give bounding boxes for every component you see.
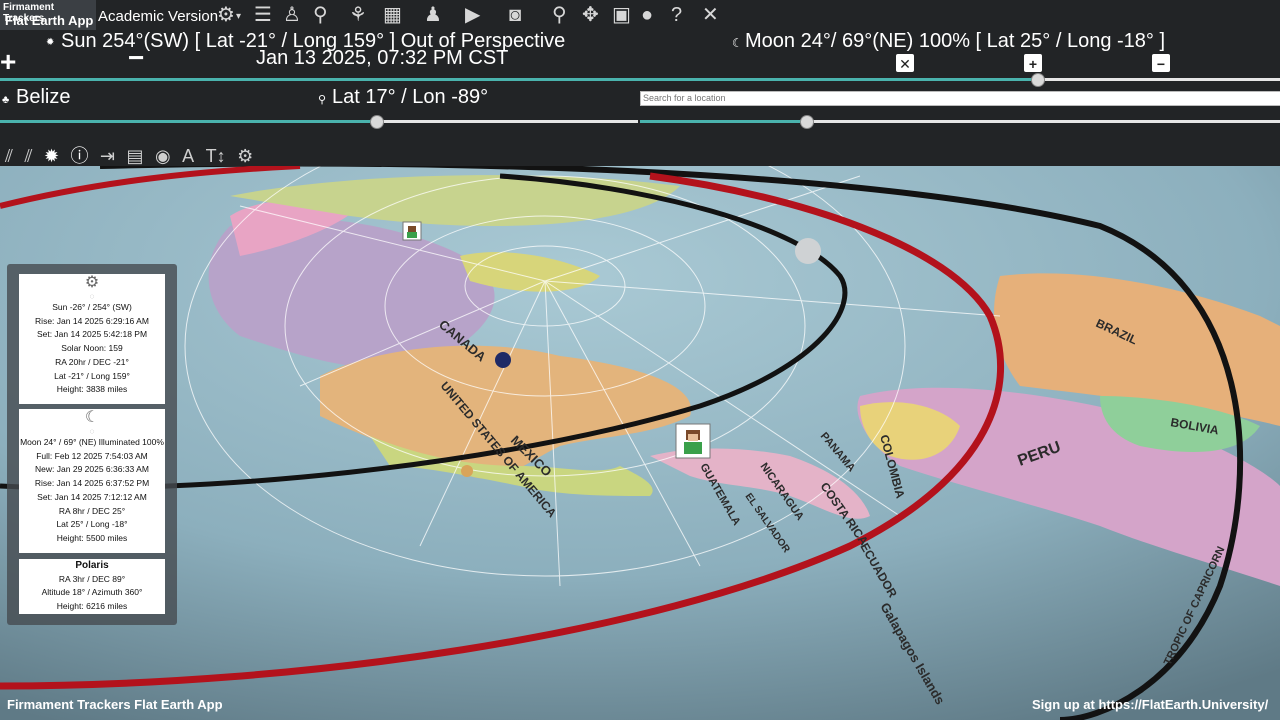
archive-icon[interactable]: ▤: [127, 146, 144, 167]
sun-line: Lat -21° / Long 159°: [54, 370, 130, 381]
lines-icon[interactable]: ⫽: [5, 146, 13, 167]
sun-line: Height: 3838 miles: [56, 384, 128, 395]
moon-sphere: [795, 238, 821, 264]
latlon-text: Lat 17° / Lon -89°: [332, 86, 489, 108]
zoom-out-button[interactable]: −: [128, 44, 144, 72]
sun-line: Solar Noon: 159: [61, 343, 123, 354]
circle-icon[interactable]: ●: [641, 4, 653, 26]
chevron-down-icon[interactable]: ▾: [236, 6, 241, 28]
moon-line: Height: 5500 miles: [56, 532, 128, 543]
time-slider-knob[interactable]: [1031, 73, 1045, 87]
time-slider-fill: [0, 78, 1037, 81]
right-slider-knob[interactable]: [800, 115, 814, 129]
moon-card: ☾ ◌ Moon 24° / 69° (NE) Illuminated 100%…: [19, 409, 165, 553]
settings-icon[interactable]: ⚙: [237, 146, 253, 167]
disc-icon[interactable]: ◉: [155, 146, 171, 167]
moon-line: Rise: Jan 14 2025 6:37:52 PM: [34, 478, 150, 489]
calendar-subtract-button[interactable]: −: [1152, 54, 1170, 72]
help-icon[interactable]: ?: [671, 4, 682, 26]
calendar-reset-button[interactable]: ✕: [896, 54, 914, 72]
video-icon[interactable]: ▶: [465, 4, 480, 26]
footer-signup-link[interactable]: Sign up at https://FlatEarth.University/: [1032, 697, 1268, 712]
observer-avatar-north: [402, 221, 422, 241]
moon-line: Moon 24° / 69° (NE) Illuminated 100%: [20, 437, 164, 447]
moon-position-text: Moon 24°/ 69°(NE) 100% [ Lat 25° / Long …: [745, 30, 1166, 52]
datetime-text: Jan 13 2025, 07:32 PM CST: [256, 47, 509, 69]
export-icon[interactable]: ⇥: [100, 146, 115, 167]
run-icon[interactable]: ⚘: [349, 4, 367, 26]
move-icon[interactable]: ✥: [582, 4, 599, 26]
loading-icon: ◌: [89, 292, 95, 301]
moon-line: RA 8hr / DEC 25°: [58, 505, 126, 516]
zoom-in-button[interactable]: +: [0, 48, 16, 76]
text-size-icon[interactable]: T↕: [206, 146, 226, 167]
right-slider-fill: [640, 120, 806, 123]
app-logo: Firmament Trackers Flat Earth App: [0, 0, 96, 30]
lines-alt-icon[interactable]: ⫽: [24, 146, 32, 167]
moon-line: Set: Jan 14 2025 7:12:12 AM: [37, 491, 147, 502]
menu-icon[interactable]: ☰: [254, 4, 272, 26]
observer-avatar-belize: [675, 423, 711, 459]
sun-settings-icon[interactable]: ✹: [44, 146, 59, 167]
loading-icon: ◌: [89, 427, 95, 436]
polaris-card: Polaris RA 3hr / DEC 89° Altitude 18° / …: [19, 559, 165, 614]
sun-line: Set: Jan 14 2025 5:42:18 PM: [36, 329, 148, 340]
walk-icon[interactable]: ⚲: [313, 4, 328, 26]
info-panel: ⚙ ◌ Sun -26° / 254° (SW) Rise: Jan 14 20…: [7, 264, 177, 625]
sun-dot: [461, 465, 473, 477]
polaris-line: Altitude 18° / Azimuth 360°: [41, 587, 143, 598]
secondary-toolbar: ⫽ ⫽ ✹ ⓘ ⇥ ▤ ◉ A T↕ ⚙: [5, 142, 260, 168]
person-add-icon[interactable]: ♟: [424, 4, 442, 26]
sun-line: Sun -26° / 254° (SW): [52, 302, 132, 312]
location-search-input[interactable]: [640, 91, 1280, 106]
moon-small-icon: ☾: [732, 36, 743, 50]
sun-small-icon: ✹: [46, 37, 55, 48]
font-icon[interactable]: A: [182, 146, 194, 167]
info-icon[interactable]: ⓘ: [71, 142, 89, 168]
version-label: Academic Version: [98, 8, 219, 25]
polaris-line: Height: 6216 miles: [56, 601, 128, 612]
logo-line-2: Flat Earth App: [5, 13, 94, 28]
sun-card-icon: ⚙: [84, 274, 100, 291]
map-icon[interactable]: ▦: [383, 4, 402, 26]
gear-icon[interactable]: ⚙: [217, 4, 235, 26]
close-icon[interactable]: ✕: [702, 4, 719, 26]
pin-icon: ⚲: [318, 94, 327, 106]
observer-icon[interactable]: ♙: [283, 4, 301, 26]
moon-line: Lat 25° / Long -18°: [56, 519, 128, 530]
moon-line: New: Jan 29 2025 6:36:33 AM: [35, 464, 149, 475]
sun-card: ⚙ ◌ Sun -26° / 254° (SW) Rise: Jan 14 20…: [19, 274, 165, 404]
moon-card-icon: ☾: [84, 409, 100, 426]
sun-line: RA 20hr / DEC -21°: [55, 356, 129, 367]
camera-icon[interactable]: ◙: [509, 4, 521, 26]
location-icon: ♣: [2, 94, 10, 106]
search-icon[interactable]: ⚲: [552, 4, 567, 26]
location-name: Belize: [16, 86, 71, 108]
calendar-add-button[interactable]: +: [1024, 54, 1042, 72]
flat-earth-map[interactable]: CANADA UNITED STATES OF AMERICA MEXICO G…: [0, 166, 1280, 720]
left-slider-fill: [0, 120, 376, 123]
calendar-icon[interactable]: ▣: [612, 4, 631, 26]
earth-dot: [495, 352, 511, 368]
polaris-title: Polaris: [75, 560, 109, 571]
footer-app-name: Firmament Trackers Flat Earth App: [7, 697, 223, 712]
polaris-line: RA 3hr / DEC 89°: [58, 573, 126, 584]
left-slider-knob[interactable]: [370, 115, 384, 129]
moon-line: Full: Feb 12 2025 7:54:03 AM: [36, 450, 148, 461]
sun-line: Rise: Jan 14 2025 6:29:16 AM: [35, 315, 149, 326]
